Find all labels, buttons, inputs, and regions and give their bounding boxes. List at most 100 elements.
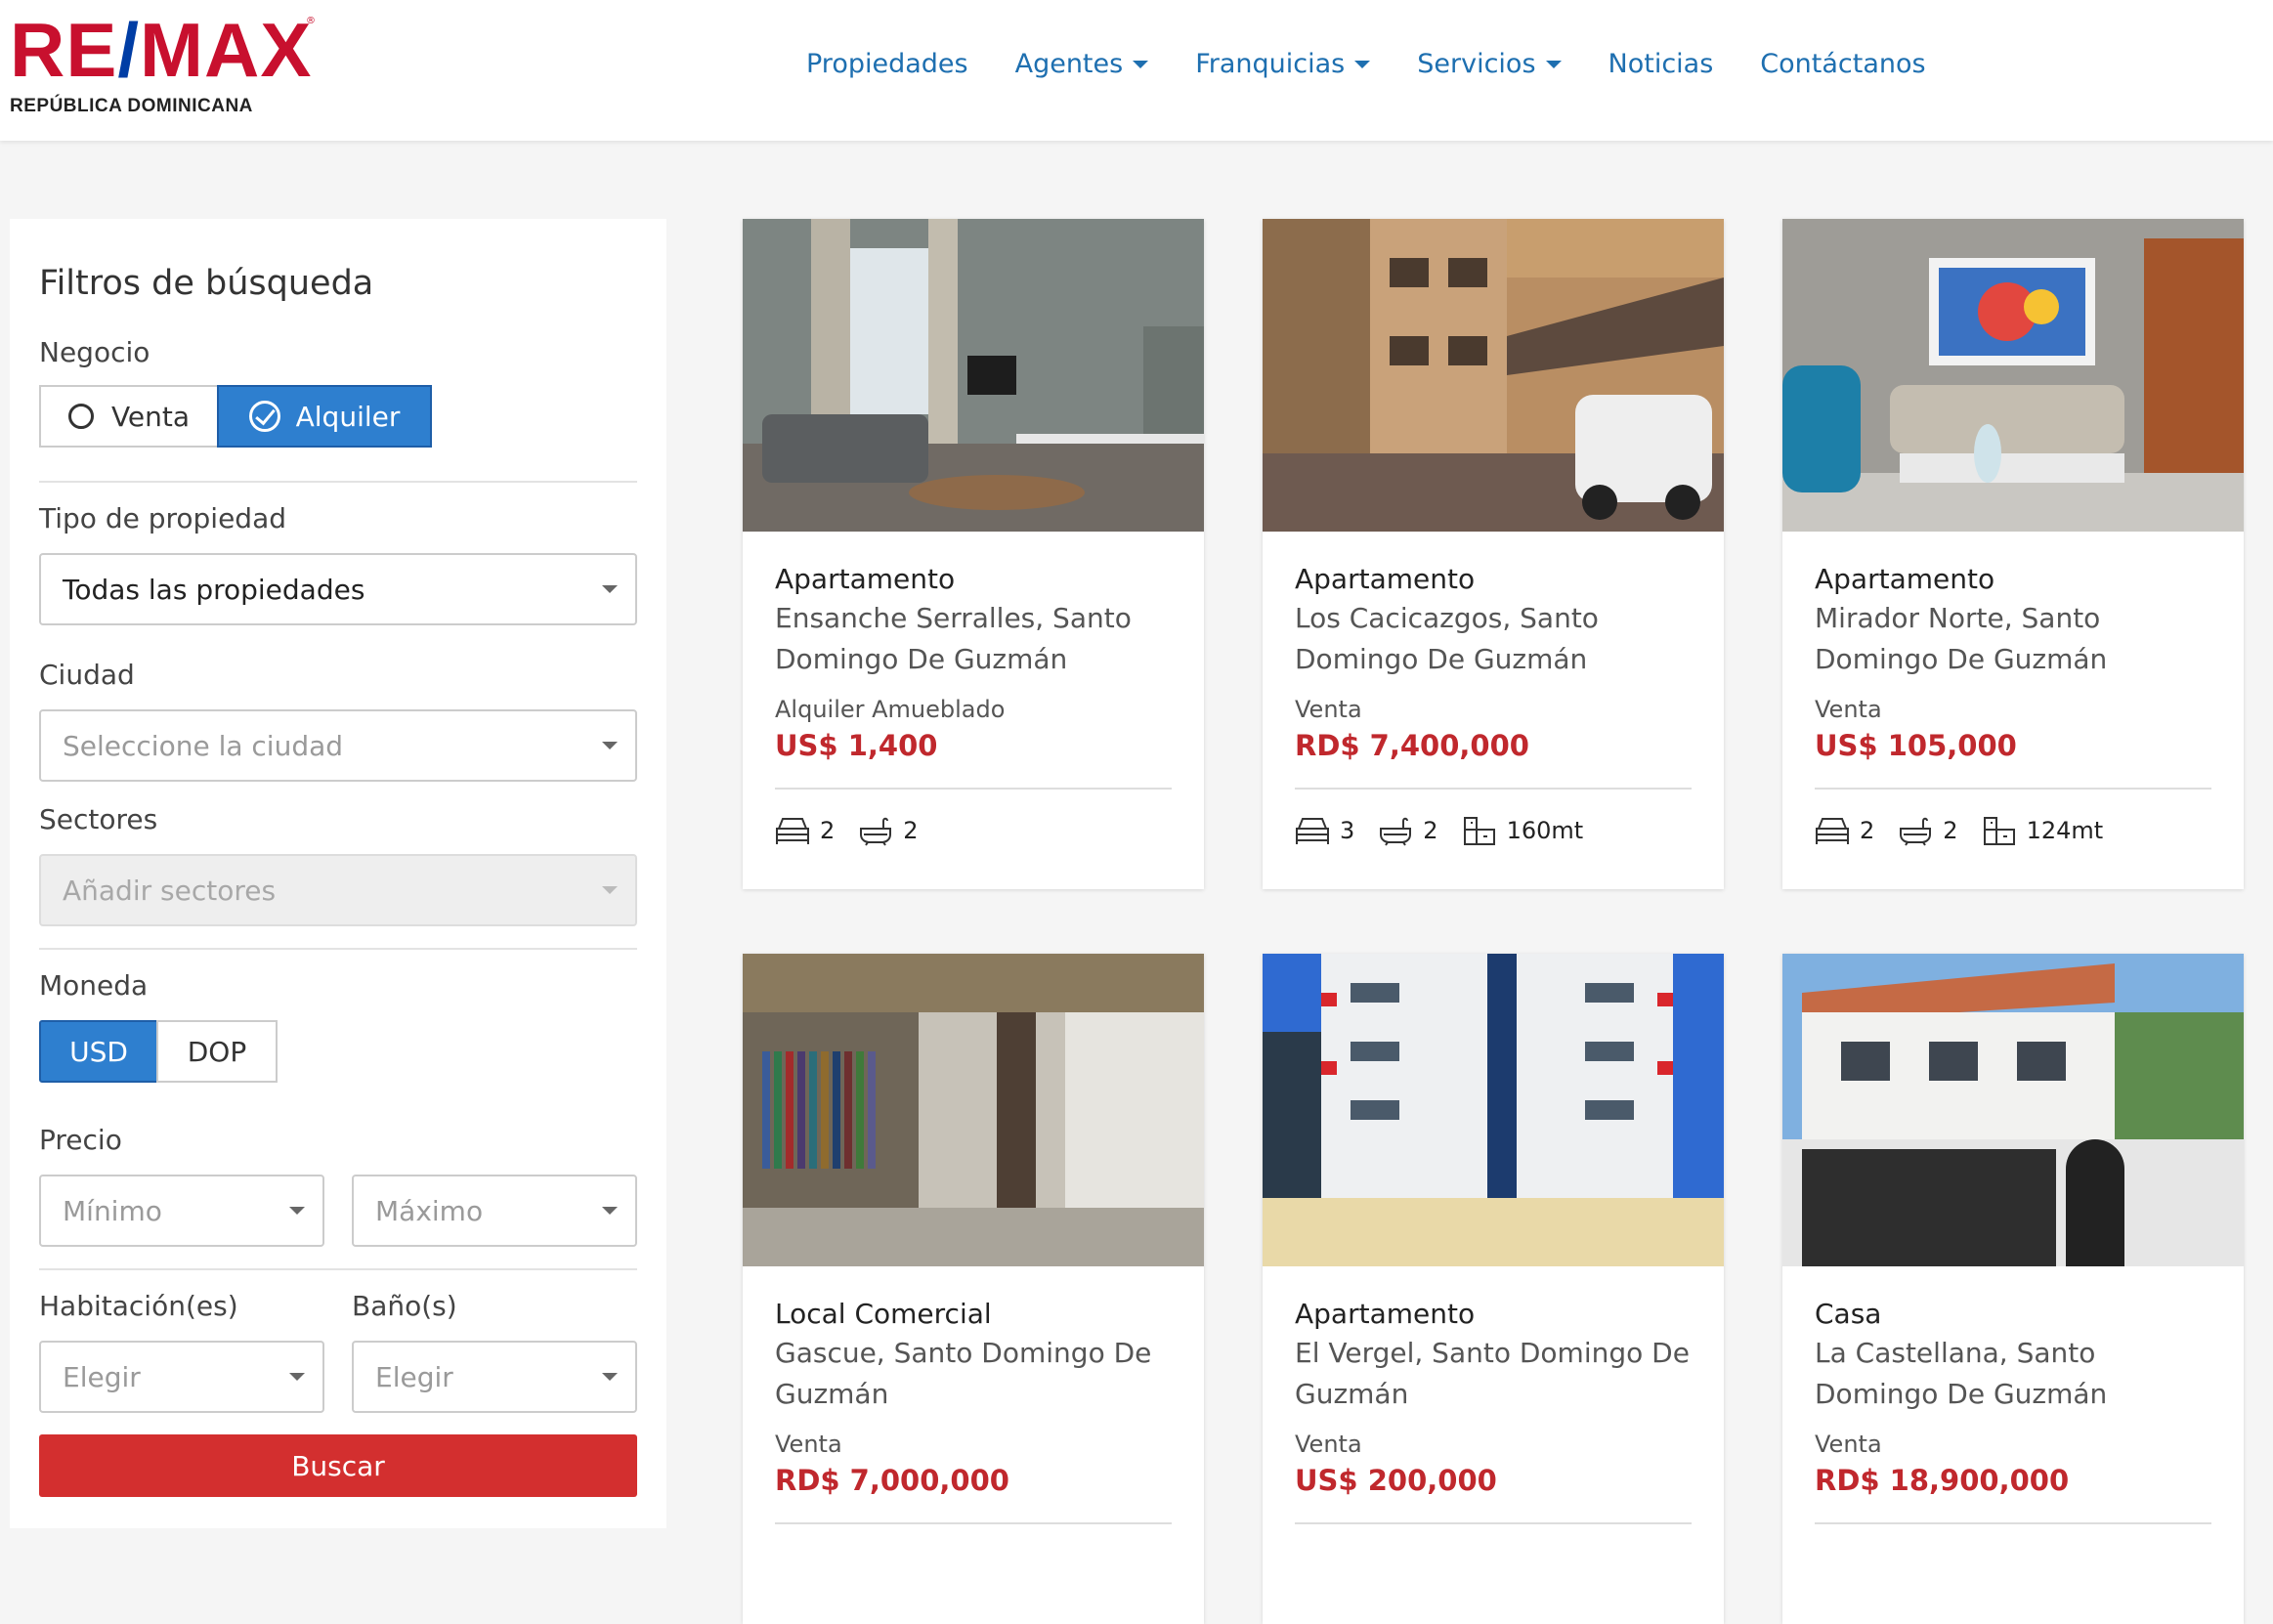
- listing-price: RD$ 18,900,000: [1815, 1464, 2070, 1497]
- precio-label: Precio: [39, 1124, 122, 1156]
- property-type-select[interactable]: Todas las propiedades: [39, 553, 637, 625]
- check-circle-icon: [248, 401, 280, 432]
- listing-photo[interactable]: [743, 219, 1204, 532]
- listing-card[interactable]: Local Comercial Gascue, Santo Domingo De…: [743, 954, 1204, 1624]
- baths-feature: 2: [858, 815, 919, 846]
- logo-subtitle: REPÚBLICA DOMINICANA: [10, 96, 253, 116]
- tipo-label: Tipo de propiedad: [39, 502, 287, 534]
- moneda-label: Moneda: [39, 969, 149, 1002]
- site-header: RE/MAX ® REPÚBLICA DOMINICANA Propiedade…: [0, 0, 2273, 141]
- sectors-select[interactable]: Añadir sectores: [39, 854, 637, 926]
- listing-price: US$ 1,400: [775, 729, 938, 762]
- max-price-select[interactable]: Máximo: [352, 1175, 637, 1247]
- nav-propiedades[interactable]: Propiedades: [806, 49, 968, 79]
- listing-card[interactable]: Apartamento Ensanche Serralles, Santo Do…: [743, 219, 1204, 889]
- listing-location: Gascue, Santo Domingo De Guzmán: [775, 1337, 1152, 1410]
- nav-agentes[interactable]: Agentes: [1015, 49, 1149, 79]
- listing-location: El Vergel, Santo Domingo De Guzmán: [1295, 1337, 1690, 1410]
- baths-feature: 2: [1898, 815, 1958, 846]
- listing-business: Alquiler Amueblado: [775, 696, 1006, 723]
- dropdown-arrow-icon: [289, 1373, 305, 1381]
- bathtub-icon: [1380, 817, 1412, 846]
- bed-icon: [776, 818, 809, 844]
- dropdown-arrow-icon: [602, 1207, 618, 1215]
- listing-location: Los Cacicazgos, Santo Domingo De Guzmán: [1295, 602, 1599, 675]
- listing-card[interactable]: Casa La Castellana, Santo Domingo De Guz…: [1782, 954, 2244, 1624]
- listing-photo[interactable]: [1782, 219, 2244, 532]
- listing-photo[interactable]: [1263, 219, 1724, 532]
- listing-features: 2 2: [775, 815, 942, 846]
- listing-features: 2 2 124mt: [1815, 815, 2126, 846]
- divider: [39, 1268, 637, 1270]
- listing-business: Venta: [1295, 1431, 1362, 1458]
- listing-location: Mirador Norte, Santo Domingo De Guzmán: [1815, 602, 2108, 675]
- dop-toggle[interactable]: DOP: [156, 1020, 278, 1083]
- listing-business: Venta: [1815, 1431, 1882, 1458]
- bathtub-icon: [1900, 817, 1932, 846]
- listing-type: Apartamento: [1295, 1298, 1476, 1330]
- ciudad-label: Ciudad: [39, 659, 135, 691]
- area-feature: 160mt: [1462, 815, 1583, 846]
- dropdown-arrow-icon: [602, 1373, 618, 1381]
- venta-toggle[interactable]: Venta: [39, 385, 219, 448]
- listing-business: Venta: [1295, 696, 1362, 723]
- listing-location: La Castellana, Santo Domingo De Guzmán: [1815, 1337, 2108, 1410]
- main-nav: Propiedades Agentes Franquicias Servicio…: [806, 49, 1973, 79]
- rooms-select[interactable]: Elegir: [39, 1341, 324, 1413]
- logo-wordmark: RE/MAX: [10, 7, 313, 93]
- divider: [1295, 1522, 1692, 1524]
- sectores-label: Sectores: [39, 803, 158, 835]
- divider: [1815, 788, 2211, 790]
- alquiler-toggle[interactable]: Alquiler: [217, 385, 432, 448]
- min-price-select[interactable]: Mínimo: [39, 1175, 324, 1247]
- nav-noticias[interactable]: Noticias: [1608, 49, 1714, 79]
- listing-photo[interactable]: [1263, 954, 1724, 1266]
- dropdown-arrow-icon: [602, 886, 618, 894]
- listing-location: Ensanche Serralles, Santo Domingo De Guz…: [775, 602, 1132, 675]
- baths-select[interactable]: Elegir: [352, 1341, 637, 1413]
- listing-card[interactable]: Apartamento El Vergel, Santo Domingo De …: [1263, 954, 1724, 1624]
- logo-registered-mark: ®: [306, 16, 316, 26]
- filters-title: Filtros de búsqueda: [39, 264, 374, 303]
- listing-business: Venta: [1815, 696, 1882, 723]
- bed-icon: [1816, 818, 1849, 844]
- divider: [775, 788, 1172, 790]
- dropdown-arrow-icon: [602, 742, 618, 749]
- divider: [39, 481, 637, 483]
- listing-type: Apartamento: [1295, 563, 1476, 595]
- city-select[interactable]: Seleccione la ciudad: [39, 709, 637, 782]
- beds-feature: 3: [1295, 815, 1354, 846]
- listing-photo[interactable]: [743, 954, 1204, 1266]
- listing-type: Local Comercial: [775, 1298, 992, 1330]
- beds-feature: 2: [1815, 815, 1874, 846]
- listing-features: 3 2 160mt: [1295, 815, 1607, 846]
- search-button[interactable]: Buscar: [39, 1434, 637, 1497]
- divider: [775, 1522, 1172, 1524]
- area-icon: [1463, 817, 1495, 845]
- bed-icon: [1296, 818, 1329, 844]
- divider: [1815, 1522, 2211, 1524]
- listing-type: Apartamento: [1815, 563, 1995, 595]
- area-icon: [1983, 817, 2015, 845]
- nav-franquicias[interactable]: Franquicias: [1195, 49, 1371, 79]
- remax-logo[interactable]: RE/MAX ® REPÚBLICA DOMINICANA: [10, 10, 322, 117]
- chevron-down-icon: [1545, 60, 1562, 68]
- divider: [39, 948, 637, 950]
- nav-servicios[interactable]: Servicios: [1417, 49, 1562, 79]
- divider: [1295, 788, 1692, 790]
- listing-card[interactable]: Apartamento Mirador Norte, Santo Domingo…: [1782, 219, 2244, 889]
- negocio-label: Negocio: [39, 336, 150, 368]
- listing-price: US$ 105,000: [1815, 729, 2017, 762]
- radio-icon: [67, 404, 94, 429]
- area-feature: 124mt: [1982, 815, 2103, 846]
- listing-photo[interactable]: [1782, 954, 2244, 1266]
- dropdown-arrow-icon: [602, 585, 618, 593]
- listing-price: RD$ 7,400,000: [1295, 729, 1529, 762]
- usd-toggle[interactable]: USD: [39, 1020, 158, 1083]
- listing-price: US$ 200,000: [1295, 1464, 1497, 1497]
- listing-card[interactable]: Apartamento Los Cacicazgos, Santo Doming…: [1263, 219, 1724, 889]
- dropdown-arrow-icon: [289, 1207, 305, 1215]
- listing-type: Casa: [1815, 1298, 1882, 1330]
- nav-contactanos[interactable]: Contáctanos: [1760, 49, 1925, 79]
- habitaciones-label: Habitación(es): [39, 1290, 238, 1322]
